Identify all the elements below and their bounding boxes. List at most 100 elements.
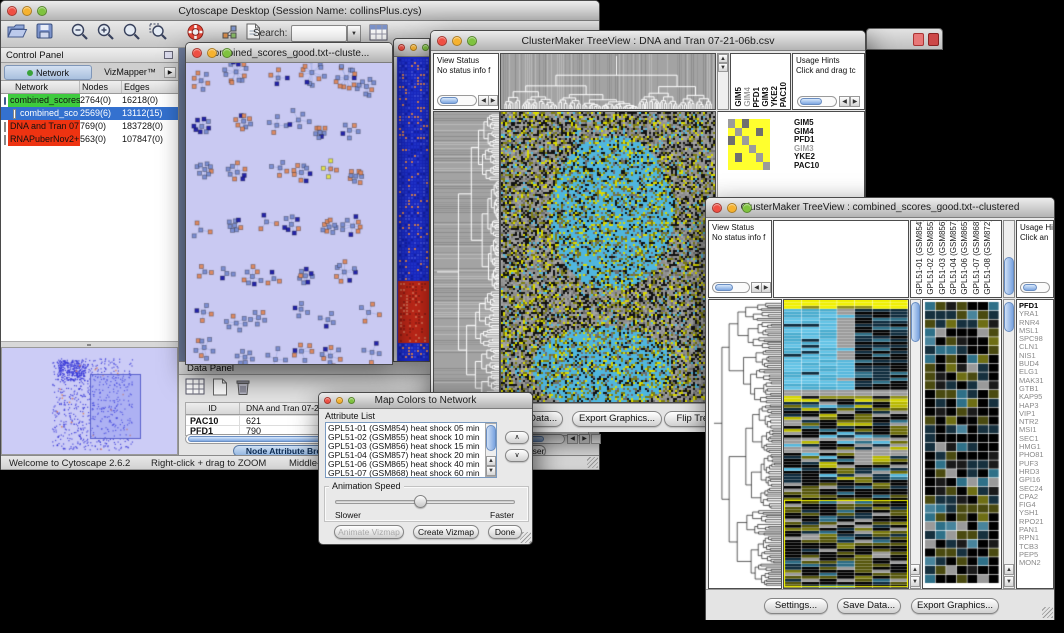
dialog-titlebar[interactable]: Map Colors to Network xyxy=(319,393,532,409)
matrix-cell[interactable] xyxy=(742,145,749,154)
create-vizmapbutton[interactable]: Create Vizmap xyxy=(413,525,479,539)
usage-hints-scrollbar[interactable] xyxy=(1020,282,1050,293)
tab-vizmapper[interactable]: VizMapper™ xyxy=(94,65,166,80)
matrix-cell[interactable] xyxy=(763,162,770,171)
treeview2-window[interactable]: ClusterMaker TreeView : combined_scores_… xyxy=(705,197,1055,620)
minimize-icon[interactable] xyxy=(452,36,462,46)
treeview2-titlebar[interactable]: ClusterMaker TreeView : combined_scores_… xyxy=(706,198,1054,218)
matrix-cell[interactable] xyxy=(756,153,763,162)
column-dendrogram-panel[interactable] xyxy=(773,220,909,298)
search-dropdown-icon[interactable]: ▼ xyxy=(347,25,361,42)
zoom-window-icon[interactable] xyxy=(348,397,355,404)
scroll-right-icon[interactable]: ▶ xyxy=(850,96,860,107)
column-label[interactable]: GPL51-07 (GSM868) xyxy=(972,220,981,295)
close-icon[interactable] xyxy=(437,36,447,46)
matrix-cell[interactable] xyxy=(735,128,742,137)
heatmap-canvas[interactable] xyxy=(501,112,715,402)
zoom-in-icon[interactable] xyxy=(96,22,116,46)
gene-label[interactable]: MON2 xyxy=(1017,559,1053,567)
column-label[interactable]: GPL51-08 (GSM872) xyxy=(983,220,992,295)
matrix-cell[interactable] xyxy=(756,145,763,154)
minimize-icon[interactable] xyxy=(336,397,343,404)
column-label[interactable]: GPL51-04 (GSM857) xyxy=(949,220,958,295)
matrix-cell[interactable] xyxy=(728,136,735,145)
heatmap-panel[interactable] xyxy=(783,299,909,589)
matrix-cell[interactable] xyxy=(728,145,735,154)
matrix-cell[interactable] xyxy=(763,119,770,128)
matrix-cell[interactable] xyxy=(735,153,742,162)
matrix-cell[interactable] xyxy=(756,119,763,128)
column-label[interactable]: GPL51-06 (GSM865) xyxy=(960,220,969,295)
network-list-row[interactable]: combined_scores 2764(0) 16218(0) xyxy=(1,94,178,107)
column-label[interactable]: GPL51-02 (GSM855) xyxy=(926,220,935,295)
matrix-cell[interactable] xyxy=(749,162,756,171)
matrix-cell[interactable] xyxy=(742,119,749,128)
matrix-cell[interactable] xyxy=(756,162,763,171)
resize-handle[interactable] xyxy=(587,457,598,468)
row-dendrogram-canvas[interactable] xyxy=(434,112,499,402)
column-label[interactable]: GPL51-01 (GSM854) xyxy=(915,220,924,295)
zoom-heatmap-panel[interactable] xyxy=(922,299,1002,589)
matrix-cell[interactable] xyxy=(728,119,735,128)
attribute-item[interactable]: GPL51-07 (GSM868) heat shock 60 min xyxy=(326,469,484,478)
tab-network[interactable]: Network xyxy=(4,65,92,80)
close-icon[interactable] xyxy=(712,203,722,213)
matrix-cell[interactable] xyxy=(742,162,749,171)
matrix-cell[interactable] xyxy=(763,136,770,145)
matrix-cell[interactable] xyxy=(749,145,756,154)
matrix-cell[interactable] xyxy=(756,128,763,137)
list-scrollbar[interactable]: ▲ ▼ xyxy=(485,423,497,477)
zoom-window-icon[interactable] xyxy=(422,44,429,51)
minimize-icon[interactable] xyxy=(727,203,737,213)
matrix-cell[interactable] xyxy=(735,145,742,154)
matrix-cell[interactable] xyxy=(742,153,749,162)
search-input[interactable] xyxy=(291,25,347,42)
animate-vizmapbutton[interactable]: Animate Vizmap xyxy=(334,525,404,539)
map-colors-dialog[interactable]: Map Colors to Network Attribute List GPL… xyxy=(318,392,533,545)
vertical-scrollbar[interactable]: ▲ ▼ xyxy=(717,53,729,110)
close-icon[interactable] xyxy=(192,48,202,58)
matrix-cell[interactable] xyxy=(749,119,756,128)
matrix-cell[interactable] xyxy=(756,136,763,145)
move-up-button[interactable]: ∧ xyxy=(505,431,529,444)
network-view-window[interactable]: combined_scores_good.txt--cluste... xyxy=(185,42,393,365)
usage-hints-scrollbar[interactable] xyxy=(797,96,837,107)
zoom-out-icon[interactable] xyxy=(70,22,90,46)
save-data-button[interactable]: Save Data... xyxy=(837,598,901,614)
matrix-cell[interactable] xyxy=(749,153,756,162)
float-panel-icon[interactable] xyxy=(164,51,173,59)
correlation-matrix[interactable] xyxy=(728,119,770,170)
speed-slider-thumb[interactable] xyxy=(414,495,427,508)
matrix-cell[interactable] xyxy=(763,128,770,137)
scroll-right-icon[interactable]: ▶ xyxy=(761,282,771,293)
network-list-row[interactable]: RNAPuberNov2+ 563(0) 107847(0) xyxy=(1,133,178,146)
minimize-icon[interactable] xyxy=(22,6,32,16)
column-labels-panel[interactable]: GIM5GIM4PFD1GIM3YKE2PAC10 xyxy=(730,53,791,110)
matrix-cell[interactable] xyxy=(763,153,770,162)
column-dendrogram-panel[interactable] xyxy=(500,53,716,110)
network-list-row[interactable]: combined_sco 2569(6) 13112(15) xyxy=(1,107,178,120)
minimize-icon[interactable] xyxy=(410,44,417,51)
zoom-selected-icon[interactable] xyxy=(148,22,168,46)
row-dendrogram-panel[interactable] xyxy=(433,111,500,403)
view-status-scrollbar[interactable] xyxy=(437,95,477,106)
table-icon[interactable] xyxy=(185,378,205,401)
column-label[interactable]: GIM3 xyxy=(761,87,770,107)
column-label[interactable]: GIM5 xyxy=(734,87,743,107)
donebutton[interactable]: Done xyxy=(488,525,522,539)
close-icon[interactable] xyxy=(398,44,405,51)
zoom-window-icon[interactable] xyxy=(222,48,232,58)
zoom-actual-icon[interactable] xyxy=(122,22,142,46)
network-overview-panel[interactable] xyxy=(1,347,178,455)
tab-overflow-icon[interactable]: ▶ xyxy=(164,67,176,78)
matrix-cell[interactable] xyxy=(735,119,742,128)
matrix-cell[interactable] xyxy=(749,136,756,145)
network-overview-canvas[interactable] xyxy=(2,348,177,454)
matrix-cell[interactable] xyxy=(749,128,756,137)
zoom-heatmap-canvas[interactable] xyxy=(923,300,1001,588)
labels-scrollbar[interactable] xyxy=(1003,220,1015,298)
zoom-window-icon[interactable] xyxy=(37,6,47,16)
zoom-window-icon[interactable] xyxy=(742,203,752,213)
close-icon[interactable] xyxy=(7,6,17,16)
network-window-titlebar[interactable]: combined_scores_good.txt--cluste... xyxy=(186,43,392,63)
